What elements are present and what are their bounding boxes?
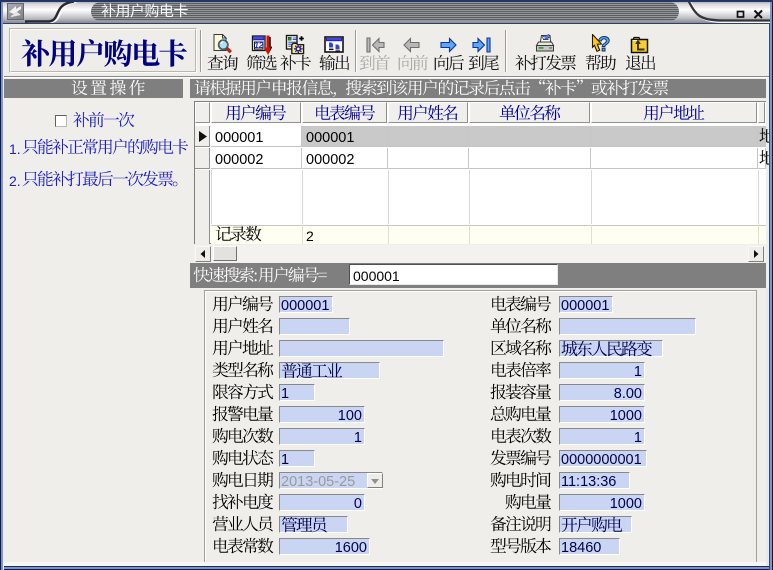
svg-text:?: ? <box>598 34 611 56</box>
svg-text:12: 12 <box>254 40 264 50</box>
